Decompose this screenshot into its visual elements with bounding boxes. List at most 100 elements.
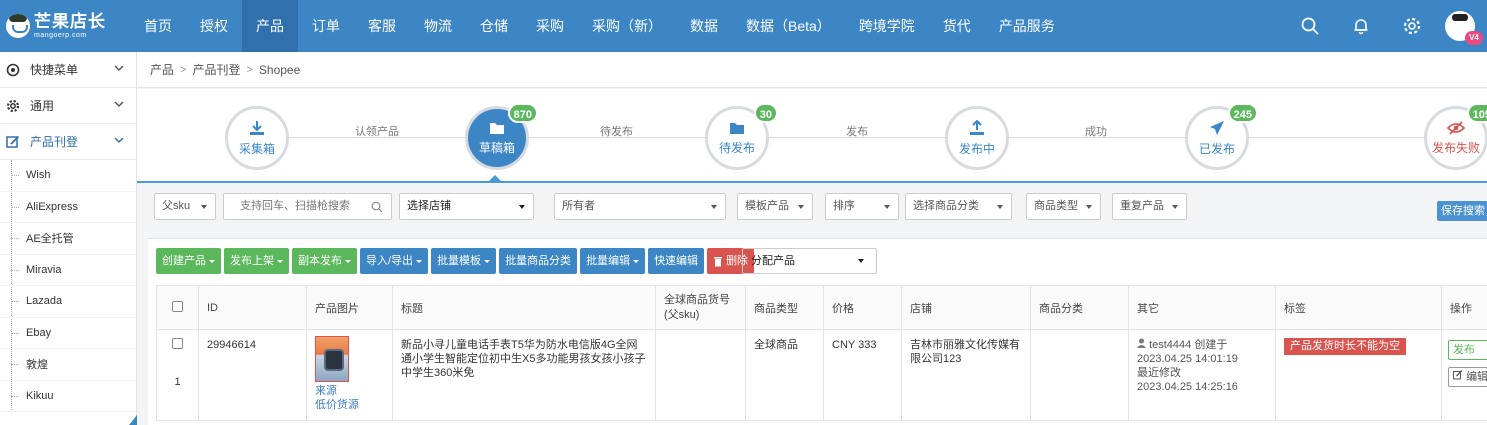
copy-publish-button[interactable]: 副本发布 [292,248,357,274]
product-thumbnail[interactable] [315,336,349,382]
vip-level-badge: V4 [1465,31,1483,45]
sidebar-item-ebay[interactable]: Ebay [0,318,136,349]
caret-down-icon [1086,205,1092,209]
batch-edit-button[interactable]: 批量编辑 [580,248,646,274]
search-input[interactable]: 支持回车、扫描枪搜索 [223,193,392,220]
batch-template-button[interactable]: 批量模板 [431,248,497,274]
row-store: 吉林市丽雅文化传媒有限公司123 [901,329,1031,421]
search-icon[interactable] [1284,0,1335,52]
create-product-button[interactable]: 创建产品 [156,248,221,274]
caret-down-icon [858,259,864,263]
duplicate-select[interactable]: 重复产品 [1112,193,1187,220]
low-price-source-link[interactable]: 低价货源 [315,398,384,412]
nav-data-beta[interactable]: 数据（Beta） [732,0,845,52]
nav-academy[interactable]: 跨境学院 [845,0,929,52]
sidebar-collapse-handle[interactable] [129,415,137,425]
folder-icon [490,122,504,134]
step-label: 发布中 [958,141,995,156]
step-collection-box[interactable]: 采集箱 [225,106,289,170]
sort-select[interactable]: 排序 [825,193,899,220]
gear-icon[interactable] [1386,0,1437,52]
nav-service[interactable]: 客服 [354,0,410,52]
store-select[interactable]: 选择店铺 [399,193,534,220]
owner-select-value: 所有者 [562,200,595,212]
row-category [1030,329,1129,421]
row-publish-button[interactable]: 发布 [1448,340,1487,360]
parent-sku-select-value: 父sku [162,200,191,212]
brand-title: 芒果店长 [34,12,106,31]
step-label: 待发布 [718,140,755,155]
source-link[interactable]: 来源 [315,384,384,398]
publish-shelf-button[interactable]: 发布上架 [224,248,289,274]
nav-logistics[interactable]: 物流 [410,0,466,52]
sidebar-general[interactable]: 通用 [0,88,136,124]
select-all-checkbox[interactable] [172,300,183,312]
folder-icon [730,122,744,134]
owner-select[interactable]: 所有者 [554,193,726,220]
column-header-price[interactable]: 价格 [823,285,902,330]
sidebar-item-aliexpress[interactable]: AliExpress [0,192,136,223]
nav-order[interactable]: 订单 [298,0,354,52]
edit-icon [6,135,20,148]
template-select[interactable]: 模板产品 [737,193,813,220]
nav-freight[interactable]: 货代 [929,0,985,52]
brand-logo[interactable]: 芒果店长 mangoerp.com [0,0,130,52]
nav-home[interactable]: 首页 [130,0,186,52]
step-publishing[interactable]: 发布中 [945,106,1009,170]
step-pending-publish[interactable]: 待发布 30 [705,103,778,170]
main-nav: 首页 授权 产品 订单 客服 物流 仓储 采购 采购（新） 数据 数据（Beta… [130,0,1069,52]
bell-icon[interactable] [1335,0,1386,52]
nav-warehouse[interactable]: 仓储 [466,0,522,52]
sidebar: 快捷菜单 通用 产品刊登 Wish AliExpress AE全托管 Mirav… [0,52,137,425]
quick-edit-button[interactable]: 快速编辑 [648,248,705,274]
sidebar-item-wish[interactable]: Wish [0,160,136,192]
row-image-cell: 来源 低价货源 [306,329,393,421]
step-publish-failed[interactable]: 发布失败 105 [1424,103,1487,170]
breadcrumb-product[interactable]: 产品 [150,61,174,78]
nav-purchase[interactable]: 采购 [522,0,578,52]
chevron-down-icon [114,65,124,71]
avatar[interactable]: V4 [1445,11,1483,45]
caret-down-icon [345,259,351,263]
row-type: 全球商品 [745,329,824,421]
nav-auth[interactable]: 授权 [186,0,242,52]
chevron-right-icon: > [180,63,187,76]
product-type-select[interactable]: 商品类型 [1026,193,1101,220]
save-search-button[interactable]: 保存搜索 [1437,201,1487,221]
row-checkbox[interactable] [172,338,183,349]
sidebar-quick-menu[interactable]: 快捷菜单 [0,52,136,88]
column-header-ops: 操作 [1441,285,1487,330]
column-header-id[interactable]: ID [198,285,307,330]
step-label: 已发布 [1198,141,1235,156]
nav-product[interactable]: 产品 [242,0,298,52]
sidebar-listing[interactable]: 产品刊登 [0,124,136,160]
row-edit-button[interactable]: 编辑 [1448,367,1487,387]
sidebar-item-ae-managed[interactable]: AE全托管 [0,223,136,255]
step-label: 草稿箱 [478,140,515,155]
column-header-title: 标题 [392,285,656,330]
step-draft-box[interactable]: 草稿箱 870 [465,103,538,170]
batch-category-button[interactable]: 批量商品分类 [499,248,578,274]
button-label: 批量编辑 [586,255,631,267]
nav-data[interactable]: 数据 [676,0,732,52]
duplicate-select-value: 重复产品 [1120,200,1164,212]
nav-product-service[interactable]: 产品服务 [985,0,1069,52]
row-modified-label: 最近修改 [1137,367,1181,379]
upload-icon [970,119,984,135]
import-export-button[interactable]: 导入/导出 [360,248,429,274]
assign-product-select[interactable]: 分配产品 [742,248,877,274]
breadcrumb-listing[interactable]: 产品刊登 [192,61,240,78]
connector-label-success: 成功 [1085,126,1107,138]
parent-sku-select[interactable]: 父sku [154,193,216,220]
sidebar-item-dhgate[interactable]: 敦煌 [0,349,136,381]
sidebar-item-lazada[interactable]: Lazada [0,286,136,318]
step-published[interactable]: 已发布 245 [1185,103,1258,170]
row-created-at: 2023.04.25 14:01:19 [1137,353,1238,365]
category-select[interactable]: 选择商品分类 [905,193,1012,220]
sidebar-item-miravia[interactable]: Miravia [0,255,136,286]
sidebar-item-kikuu[interactable]: Kikuu [0,381,136,412]
column-header-global-sku-line2: (父sku) [664,308,700,321]
product-table: ID 产品图片 标题 全球商品货号 (父sku) 商品类型 价格 店铺 商品分类… [156,285,1487,421]
nav-purchase-new[interactable]: 采购（新） [578,0,676,52]
row-other: test4444 创建于 2023.04.25 14:01:19 最近修改 20… [1128,329,1276,421]
